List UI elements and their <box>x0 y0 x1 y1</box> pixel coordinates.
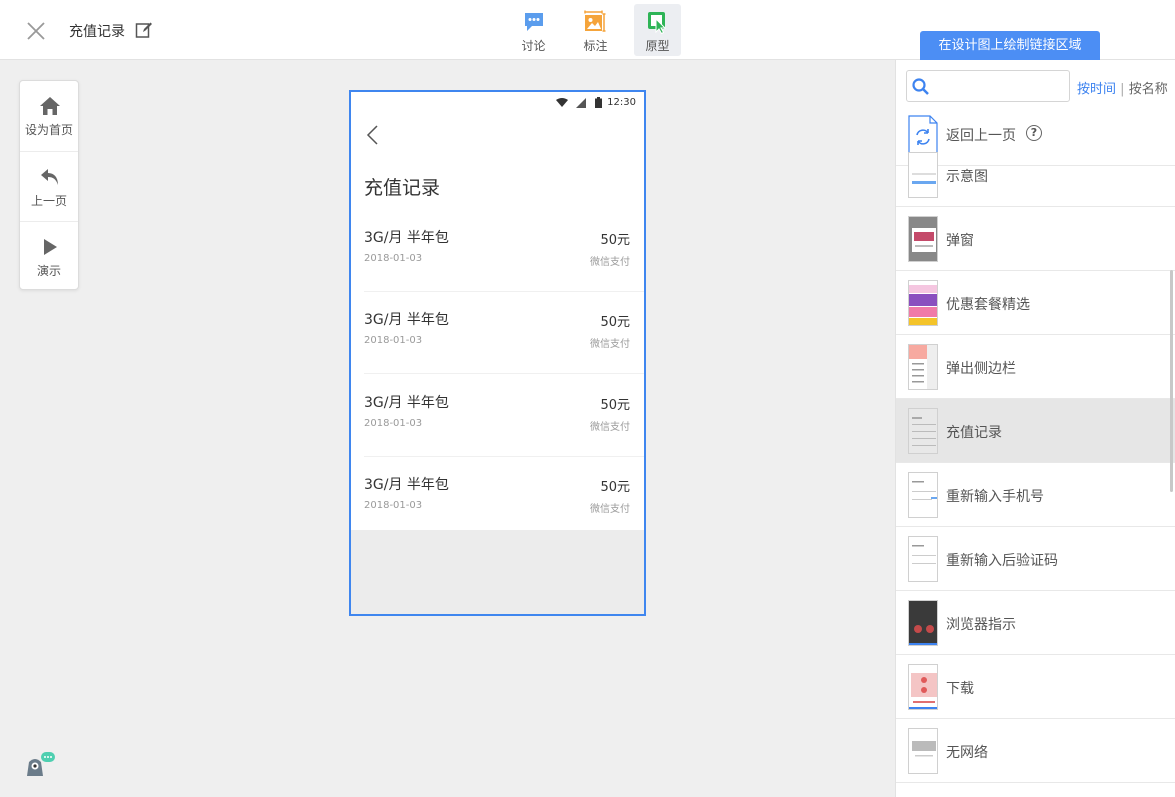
status-bar: 12:30 <box>351 92 644 114</box>
close-icon[interactable] <box>24 19 48 43</box>
record-date: 2018-01-03 <box>364 418 423 429</box>
thumbnail <box>908 664 938 710</box>
set-home-label: 设为首页 <box>24 123 73 137</box>
list-item-reenter-phone[interactable]: 重新输入手机号 <box>896 463 1175 527</box>
phone-page-title: 充值记录 <box>364 177 441 199</box>
sort-by-time[interactable]: 按时间 <box>1077 82 1116 97</box>
record-item[interactable]: 3G/月 半年包 2018-01-03 50元 微信支付 <box>351 292 644 374</box>
help-icon[interactable]: ? <box>1026 125 1042 141</box>
record-item[interactable]: 3G/月 半年包 2018-01-03 50元 微信支付 <box>351 375 644 457</box>
list-item-label: 充值记录 <box>946 425 1002 441</box>
previous-page-label: 上一页 <box>30 194 67 208</box>
back-arrow-icon <box>41 169 58 185</box>
record-payment: 微信支付 <box>590 257 630 268</box>
demo-button[interactable]: 演示 <box>20 221 78 291</box>
wifi-icon <box>556 98 568 107</box>
record-amount: 50元 <box>600 315 630 330</box>
status-time: 12:30 <box>607 97 636 108</box>
list-item-label: 返回上一页 <box>946 128 1016 144</box>
list-item-label: 弹窗 <box>946 233 974 249</box>
list-item-label: 下载 <box>946 681 974 697</box>
record-item[interactable]: 3G/月 半年包 2018-01-03 50元 微信支付 <box>351 457 644 539</box>
list-item-verify-code[interactable]: 重新输入后验证码 <box>896 527 1175 591</box>
thumbnail <box>908 600 938 646</box>
search-icon <box>912 78 929 95</box>
list-item-schematic[interactable]: 示意图 <box>896 152 1175 207</box>
back-icon[interactable] <box>365 124 381 146</box>
record-name: 3G/月 半年包 <box>364 395 449 411</box>
record-date: 2018-01-03 <box>364 500 423 511</box>
record-amount: 50元 <box>600 398 630 413</box>
list-item-label: 浏览器指示 <box>946 617 1016 633</box>
thumbnail <box>908 280 938 326</box>
annotation-icon <box>584 10 606 32</box>
discuss-icon <box>525 13 543 31</box>
list-item-sidebar[interactable]: 弹出侧边栏 <box>896 335 1175 399</box>
tab-discuss[interactable]: 讨论 <box>510 4 557 56</box>
tab-annotation-label: 标注 <box>583 39 608 53</box>
tab-annotation[interactable]: 标注 <box>572 4 619 56</box>
list-item-label: 重新输入后验证码 <box>946 553 1058 569</box>
play-icon <box>44 239 57 255</box>
home-icon <box>40 97 60 115</box>
record-item[interactable]: 3G/月 半年包 2018-01-03 50元 微信支付 <box>351 210 644 292</box>
sort-by-name[interactable]: 按名称 <box>1129 82 1168 97</box>
battery-icon <box>595 97 602 108</box>
demo-label: 演示 <box>36 264 61 278</box>
chat-bot-icon[interactable] <box>25 752 57 778</box>
record-name: 3G/月 半年包 <box>364 230 449 246</box>
divider <box>364 373 644 374</box>
sort-separator: | <box>1120 82 1125 97</box>
prototype-icon <box>648 12 667 34</box>
phone-empty-area <box>351 530 644 614</box>
record-amount: 50元 <box>600 233 630 248</box>
list-item-label: 弹出侧边栏 <box>946 361 1016 377</box>
list-item-download[interactable]: 下载 <box>896 655 1175 719</box>
list-item-no-network[interactable]: 无网络 <box>896 719 1175 783</box>
previous-page-button[interactable]: 上一页 <box>20 151 78 221</box>
thumbnail <box>908 344 938 390</box>
record-date: 2018-01-03 <box>364 253 423 264</box>
left-toolbar: 设为首页 上一页 演示 <box>19 80 79 290</box>
tab-prototype-label: 原型 <box>645 39 670 53</box>
search-box[interactable] <box>906 70 1070 102</box>
thumbnail <box>908 536 938 582</box>
list-item-recharge-records[interactable]: 充值记录 <box>896 399 1175 463</box>
tab-prototype[interactable]: 原型 <box>634 4 681 56</box>
search-input[interactable] <box>935 75 1065 97</box>
thumbnail <box>908 152 938 198</box>
signal-icon <box>576 98 586 108</box>
record-amount: 50元 <box>600 480 630 495</box>
record-date: 2018-01-03 <box>364 335 423 346</box>
record-payment: 微信支付 <box>590 339 630 350</box>
draw-link-area-button[interactable]: 在设计图上绘制链接区域 <box>920 31 1100 61</box>
thumbnail <box>908 472 938 518</box>
list-item-popup[interactable]: 弹窗 <box>896 207 1175 271</box>
thumbnail <box>908 216 938 262</box>
back-page-icon <box>908 111 938 157</box>
list-item-label: 重新输入手机号 <box>946 489 1044 505</box>
thumbnail <box>908 408 938 454</box>
record-payment: 微信支付 <box>590 504 630 515</box>
set-home-button[interactable]: 设为首页 <box>20 81 78 151</box>
edit-icon[interactable] <box>135 21 153 39</box>
record-name: 3G/月 半年包 <box>364 312 449 328</box>
scrollbar[interactable] <box>1170 270 1173 492</box>
list-item-label: 示意图 <box>946 169 988 185</box>
thumbnail <box>908 728 938 774</box>
record-payment: 微信支付 <box>590 422 630 433</box>
sort-options: 按时间 | 按名称 <box>1077 78 1168 97</box>
page-title: 充值记录 <box>69 24 125 40</box>
list-item-packages[interactable]: 优惠套餐精选 <box>896 271 1175 335</box>
list-item-browser-guide[interactable]: 浏览器指示 <box>896 591 1175 655</box>
list-item-label: 无网络 <box>946 745 988 761</box>
top-bar: 充值记录 讨论 标注 原型 在设计图上绘制链接区域 <box>0 0 1175 61</box>
record-name: 3G/月 半年包 <box>364 477 449 493</box>
page-list-panel: 按时间 | 按名称 返回上一页 ? 示意图 弹窗 优惠套餐精选 弹出侧边栏 充值… <box>895 60 1175 797</box>
phone-preview[interactable]: 12:30 充值记录 3G/月 半年包 2018-01-03 50元 微信支付 … <box>349 90 646 616</box>
list-item-label: 优惠套餐精选 <box>946 297 1030 313</box>
tab-discuss-label: 讨论 <box>521 39 546 53</box>
